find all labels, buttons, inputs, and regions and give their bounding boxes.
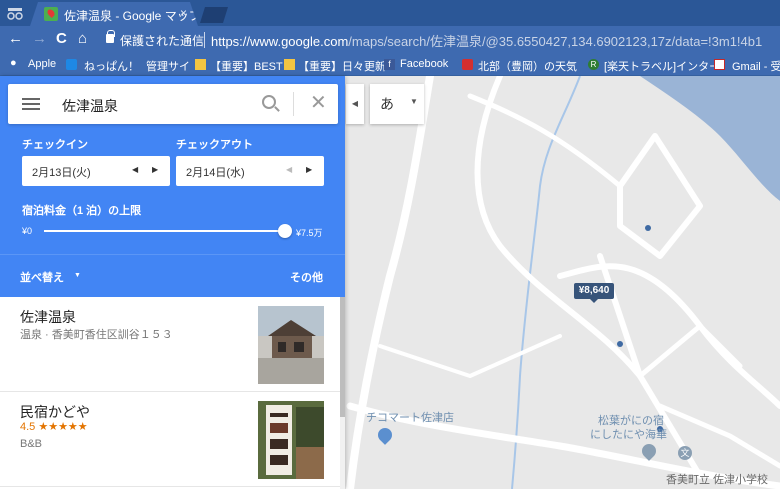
url-path: /maps/search/佐津温泉/@35.6550427,134.690212… [348, 34, 763, 49]
chevron-down-icon: ▼ [410, 97, 418, 106]
bookmark-facebook[interactable]: Facebook [400, 58, 448, 70]
incognito-icon [6, 5, 24, 21]
browser-window: 佐津温泉 - Google マップ × ← → C ⌂ 保護された通信 http… [0, 0, 780, 489]
home-icon[interactable]: ⌂ [78, 30, 87, 47]
result-item[interactable]: 民宿かどや 4.5 ★★★★★ B&B [0, 392, 340, 487]
bookmark-best[interactable]: 【重要】BEST [210, 58, 283, 74]
tab-strip: 佐津温泉 - Google マップ × [0, 0, 780, 26]
search-icon[interactable] [262, 95, 276, 109]
sort-bar: 並べ替え ▼ その他 [0, 254, 345, 297]
forward-icon[interactable]: → [32, 30, 47, 47]
url-host: https://www.google.com [211, 34, 349, 49]
scrollbar-thumb[interactable] [340, 297, 345, 417]
folder-icon [195, 59, 206, 70]
price-max: ¥7.5万 [296, 228, 323, 238]
bookmark-apple[interactable]: Apple [28, 58, 56, 70]
price-slider-handle[interactable] [278, 224, 292, 238]
bookmark-weather[interactable]: 北部（豊岡）の天気 [478, 58, 577, 74]
folder-icon [284, 59, 295, 70]
gmail-icon [714, 59, 725, 70]
rakuten-icon: R [588, 59, 599, 70]
more-filters-button[interactable]: その他 [290, 269, 323, 285]
checkout-date-picker[interactable]: 2月14日(水) ◀ ▶ [176, 156, 324, 186]
bookmark-neppan[interactable]: ねっぱん！ [84, 58, 139, 74]
store-label[interactable]: チコマート佐津店 [366, 409, 454, 425]
address-bar[interactable]: 保護された通信 https://www.google.com/maps/sear… [96, 28, 780, 52]
chevron-down-icon: ▼ [74, 272, 81, 279]
school-icon[interactable]: 文 [678, 446, 692, 460]
bookmark-daily[interactable]: 【重要】日々更新 [298, 58, 386, 74]
result-name: 佐津温泉 [20, 309, 76, 325]
checkin-date-picker[interactable]: 2月13日(火) ◀ ▶ [22, 156, 170, 186]
results-panel: 佐津温泉 ✕ チェックイン チェックアウト 2月13日(火) ◀ ▶ 2月14日… [0, 76, 345, 489]
next-date-icon[interactable]: ▶ [152, 165, 158, 174]
bookmarks-bar: ● Apple ねっぱん！ 管理サイ 【重要】BEST 【重要】日々更新 f F… [0, 54, 780, 76]
secure-connection-label: 保護された通信 [120, 34, 205, 48]
prev-date-icon[interactable]: ◀ [286, 165, 292, 174]
collapse-panel-button[interactable]: ◀ [346, 84, 364, 124]
result-photo[interactable] [258, 401, 324, 479]
school-label[interactable]: 香美町立 佐津小学校 [666, 471, 768, 487]
checkin-label: チェックイン [22, 139, 88, 151]
sort-button[interactable]: 並べ替え [20, 269, 64, 285]
checkout-label: チェックアウト [176, 139, 253, 151]
search-input[interactable]: 佐津温泉 [62, 96, 118, 116]
bookmark-admin[interactable]: 管理サイ [146, 58, 190, 74]
neppan-icon [66, 59, 77, 70]
result-photo[interactable] [258, 306, 324, 384]
results-scrollbar[interactable] [340, 297, 345, 489]
facebook-icon: f [384, 59, 395, 70]
maps-favicon-icon [44, 7, 58, 21]
bookmark-rakuten[interactable]: [楽天トラベル]インター [604, 58, 720, 74]
result-type: B&B [20, 438, 43, 450]
result-rating: 4.5 ★★★★★ [20, 421, 88, 433]
checkin-date: 2月13日(火) [32, 167, 91, 179]
search-box[interactable]: 佐津温泉 ✕ [8, 84, 338, 124]
next-date-icon[interactable]: ▶ [306, 165, 312, 174]
input-language-button[interactable]: あ ▼ [370, 84, 424, 124]
browser-tab[interactable]: 佐津温泉 - Google マップ × [30, 2, 198, 26]
result-address: 温泉 · 香美町香住区訓谷１５３ [20, 329, 173, 341]
browser-toolbar: ← → C ⌂ 保護された通信 https://www.google.com/m… [0, 26, 780, 54]
result-name: 民宿かどや [20, 404, 90, 420]
price-slider[interactable] [44, 230, 284, 232]
search-divider [293, 92, 294, 116]
result-item[interactable]: 佐津温泉 温泉 · 香美町香住区訓谷１５３ [0, 297, 340, 392]
menu-icon[interactable] [22, 98, 40, 110]
checkout-date: 2月14日(水) [186, 167, 245, 179]
lock-icon [106, 30, 115, 43]
lang-char: あ [380, 96, 394, 112]
url-divider [204, 32, 205, 48]
reload-icon[interactable]: C [56, 30, 67, 47]
price-marker[interactable]: ¥8,640 [574, 283, 614, 303]
url-text[interactable]: https://www.google.com/maps/search/佐津温泉/… [211, 31, 762, 50]
close-icon[interactable]: ✕ [310, 92, 327, 114]
new-tab-button[interactable] [200, 7, 228, 23]
inn-label-line2[interactable]: にしたにや海華 [590, 426, 667, 442]
tab-close-icon[interactable]: × [180, 6, 187, 20]
apple-icon: ● [10, 57, 17, 69]
weather-icon [462, 59, 473, 70]
price-limit-label: 宿泊料金（1 泊）の上限 [22, 205, 142, 217]
price-min: ¥0 [22, 226, 33, 236]
price-marker-label: ¥8,640 [578, 285, 610, 296]
back-icon[interactable]: ← [8, 30, 23, 47]
bookmark-gmail[interactable]: Gmail - 受 [732, 58, 780, 74]
prev-date-icon[interactable]: ◀ [132, 165, 138, 174]
